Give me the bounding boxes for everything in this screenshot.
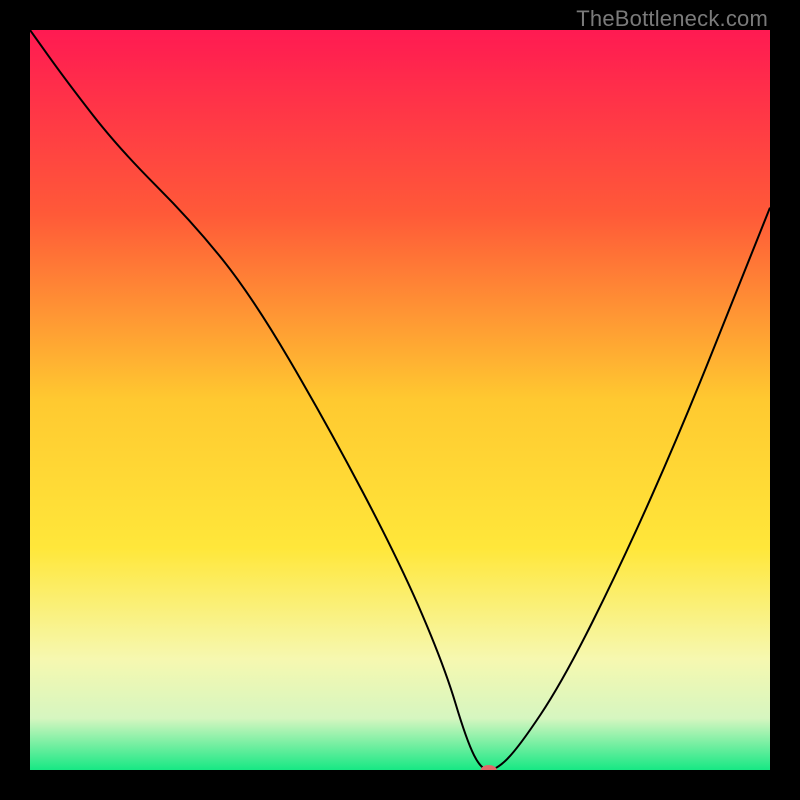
gradient-background	[30, 30, 770, 770]
plot-area	[30, 30, 770, 770]
chart-svg	[30, 30, 770, 770]
chart-frame: TheBottleneck.com	[0, 0, 800, 800]
attribution-text: TheBottleneck.com	[576, 6, 768, 32]
